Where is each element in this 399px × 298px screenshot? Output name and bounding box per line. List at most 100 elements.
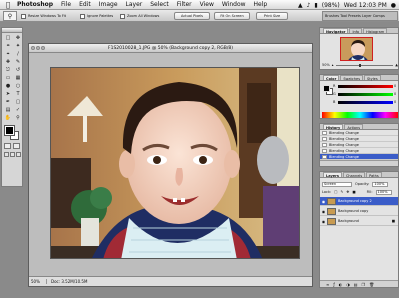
- magic-wand-tool-icon[interactable]: ✦: [13, 42, 23, 50]
- add-mask-icon[interactable]: ◐: [339, 282, 343, 287]
- ignore-palettes-option[interactable]: Ignore Palettes: [80, 12, 113, 20]
- menu-file[interactable]: File: [57, 1, 75, 8]
- pen-tool-icon[interactable]: ✒: [3, 98, 13, 106]
- tab-actions[interactable]: Actions: [344, 124, 364, 130]
- lock-all-icon[interactable]: ■: [352, 190, 355, 194]
- blue-channel-value[interactable]: 0: [394, 100, 396, 104]
- link-layers-icon[interactable]: ∞: [326, 282, 329, 287]
- blur-tool-icon[interactable]: ●: [3, 82, 13, 90]
- tab-navigator[interactable]: Navigator: [323, 28, 349, 34]
- visibility-eye-icon[interactable]: ◉: [320, 219, 327, 224]
- tab-swatches[interactable]: Swatches: [340, 75, 364, 81]
- visibility-eye-icon[interactable]: ◉: [320, 209, 327, 214]
- palette-well[interactable]: Brushes Tool Presets Layer Comps: [322, 11, 398, 21]
- minimize-window-icon[interactable]: [36, 46, 40, 50]
- tab-layers[interactable]: Layers: [323, 172, 342, 178]
- green-channel-value[interactable]: 0: [394, 92, 396, 96]
- zoom-all-option[interactable]: Zoom All Windows: [120, 12, 159, 20]
- resize-windows-checkbox[interactable]: [21, 13, 26, 19]
- zoom-in-icon[interactable]: ▲: [395, 63, 398, 67]
- new-adjustment-layer-icon[interactable]: ◑: [346, 282, 350, 287]
- standard-mode-icon[interactable]: [4, 143, 11, 149]
- tab-color[interactable]: Color: [323, 75, 340, 81]
- slice-tool-icon[interactable]: ∕: [13, 50, 23, 58]
- layer-style-icon[interactable]: ƒ: [333, 282, 334, 287]
- zoom-readout[interactable]: 50%: [29, 279, 47, 284]
- menu-filter[interactable]: Filter: [173, 1, 196, 8]
- zoom-tool-preset-icon[interactable]: ⚲: [3, 11, 17, 21]
- color-panel-foreground-swatch[interactable]: [323, 85, 330, 92]
- clone-stamp-tool-icon[interactable]: ⎋: [3, 66, 13, 74]
- resize-windows-option[interactable]: Resize Windows To Fit: [21, 12, 66, 20]
- print-size-button[interactable]: Print Size: [256, 12, 288, 20]
- new-layer-icon[interactable]: ❐: [362, 282, 366, 287]
- zoom-tool-icon[interactable]: ⚲: [13, 114, 23, 122]
- menu-help[interactable]: Help: [250, 1, 272, 8]
- notes-tool-icon[interactable]: ▤: [3, 106, 13, 114]
- wifi-icon[interactable]: ▲: [298, 2, 303, 9]
- blue-channel-slider[interactable]: [338, 101, 393, 104]
- zoom-out-icon[interactable]: ▴: [332, 63, 334, 67]
- tab-channels[interactable]: Channels: [342, 172, 366, 178]
- history-brush-tool-icon[interactable]: ↺: [13, 66, 23, 74]
- delete-layer-icon[interactable]: 🗑: [369, 282, 374, 287]
- layer-row[interactable]: ◉ Background copy: [320, 207, 398, 216]
- menu-layer[interactable]: Layer: [122, 1, 147, 8]
- fit-on-screen-button[interactable]: Fit On Screen: [214, 12, 250, 20]
- blend-mode-select[interactable]: Screen: [322, 181, 352, 187]
- clock[interactable]: Wed 12:03 PM: [344, 2, 387, 9]
- new-group-icon[interactable]: ▤: [354, 282, 358, 287]
- menu-edit[interactable]: Edit: [75, 1, 95, 8]
- foreground-color-swatch[interactable]: [4, 125, 15, 136]
- hand-tool-icon[interactable]: ✋: [3, 114, 13, 122]
- menu-view[interactable]: View: [196, 1, 218, 8]
- shape-tool-icon[interactable]: ▢: [13, 98, 23, 106]
- menu-select[interactable]: Select: [146, 1, 173, 8]
- close-window-icon[interactable]: [31, 46, 35, 50]
- eyedropper-tool-icon[interactable]: ✓: [13, 106, 23, 114]
- brush-tool-icon[interactable]: ✎: [13, 58, 23, 66]
- dodge-tool-icon[interactable]: ○: [13, 82, 23, 90]
- red-channel-slider[interactable]: [338, 85, 393, 88]
- tab-info[interactable]: Info: [349, 28, 363, 34]
- type-tool-icon[interactable]: T: [13, 90, 23, 98]
- layer-row[interactable]: ◉ Background ■: [320, 217, 398, 226]
- volume-icon[interactable]: ♪: [307, 2, 311, 9]
- tab-paths[interactable]: Paths: [366, 172, 382, 178]
- fill-field[interactable]: 100%: [375, 189, 392, 195]
- document-title-bar[interactable]: F1S2010028_1.JPG @ 50% (Background copy …: [29, 44, 312, 53]
- canvas-area[interactable]: [29, 53, 312, 277]
- standard-screen-mode-icon[interactable]: [3, 152, 9, 157]
- menu-window[interactable]: Window: [218, 1, 250, 8]
- quick-mask-mode-icon[interactable]: [13, 143, 20, 149]
- opacity-field[interactable]: 100%: [372, 181, 389, 187]
- tab-histogram[interactable]: Histogram: [363, 28, 388, 34]
- gradient-tool-icon[interactable]: ▦: [13, 74, 23, 82]
- tab-styles[interactable]: Styles: [364, 75, 381, 81]
- menu-image[interactable]: Image: [95, 1, 122, 8]
- lasso-tool-icon[interactable]: ⚭: [3, 42, 13, 50]
- eraser-tool-icon[interactable]: ▭: [3, 74, 13, 82]
- zoom-all-checkbox[interactable]: [120, 13, 125, 19]
- lock-image-icon[interactable]: ✎: [340, 190, 343, 194]
- healing-brush-tool-icon[interactable]: ✚: [3, 58, 13, 66]
- layer-row[interactable]: ◉ Background copy 2: [320, 197, 398, 206]
- ignore-palettes-checkbox[interactable]: [80, 13, 85, 19]
- color-spectrum-ramp[interactable]: [322, 112, 398, 118]
- move-tool-icon[interactable]: ✥: [13, 34, 23, 42]
- menu-photoshop[interactable]: Photoshop: [13, 1, 57, 8]
- navigator-zoom-value[interactable]: 50%: [322, 63, 330, 67]
- battery-icon[interactable]: ▮: [314, 2, 317, 9]
- navigator-zoom-slider[interactable]: [335, 63, 394, 67]
- marquee-tool-icon[interactable]: □: [3, 34, 13, 42]
- visibility-eye-icon[interactable]: ◉: [320, 199, 327, 204]
- navigator-zoom-knob[interactable]: [358, 63, 361, 67]
- lock-position-icon[interactable]: ✥: [346, 190, 349, 194]
- zoom-window-icon[interactable]: [41, 46, 45, 50]
- green-channel-slider[interactable]: [338, 93, 393, 96]
- path-selection-tool-icon[interactable]: ➤: [3, 90, 13, 98]
- photo-canvas[interactable]: [50, 67, 300, 259]
- red-channel-value[interactable]: 0: [394, 84, 396, 88]
- tab-history[interactable]: History: [323, 124, 344, 130]
- apple-menu-icon[interactable]: : [3, 1, 13, 9]
